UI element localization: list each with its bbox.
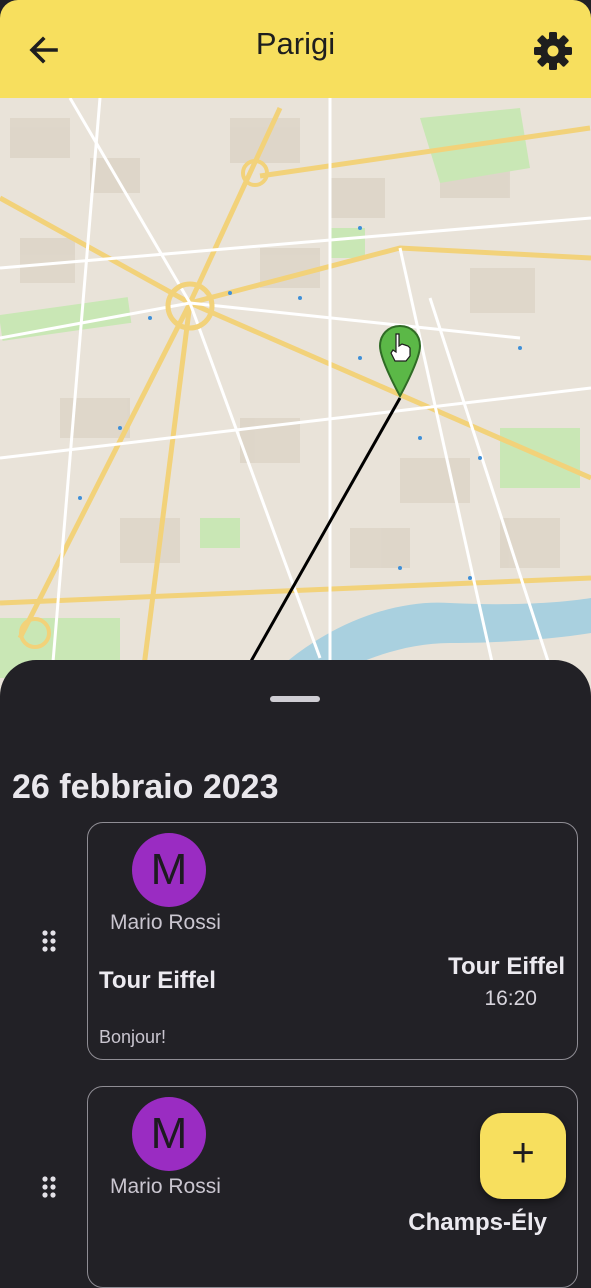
- map-tiles: [0, 98, 591, 698]
- app-bar: Parigi: [0, 0, 591, 98]
- sheet-drag-handle[interactable]: [270, 696, 320, 702]
- map-pin-hand-icon[interactable]: [378, 324, 422, 400]
- avatar: M: [132, 833, 206, 907]
- map-view[interactable]: [0, 98, 591, 698]
- gear-icon[interactable]: [532, 30, 574, 72]
- page-title: Parigi: [255, 26, 336, 61]
- add-button[interactable]: +: [480, 1113, 566, 1199]
- entry-time: 16:20: [484, 987, 537, 1010]
- drag-handle-icon[interactable]: [42, 930, 56, 952]
- author-name: Mario Rossi: [110, 911, 221, 934]
- entry-note: Bonjour!: [99, 1027, 167, 1047]
- avatar: M: [132, 1097, 206, 1171]
- drag-handle-icon[interactable]: [42, 1176, 56, 1198]
- entry-place: Tour Eiffel: [99, 967, 216, 994]
- date-heading: 26 febbraio 2023: [12, 768, 279, 806]
- author-name: Mario Rossi: [110, 1175, 221, 1198]
- entry-destination: Tour Eiffel: [448, 953, 565, 980]
- entry-card[interactable]: M Mario Rossi Tour Eiffel Tour Eiffel 16…: [87, 822, 578, 1060]
- entry-destination: Champs-Ély: [408, 1209, 547, 1236]
- add-icon: +: [511, 1131, 535, 1175]
